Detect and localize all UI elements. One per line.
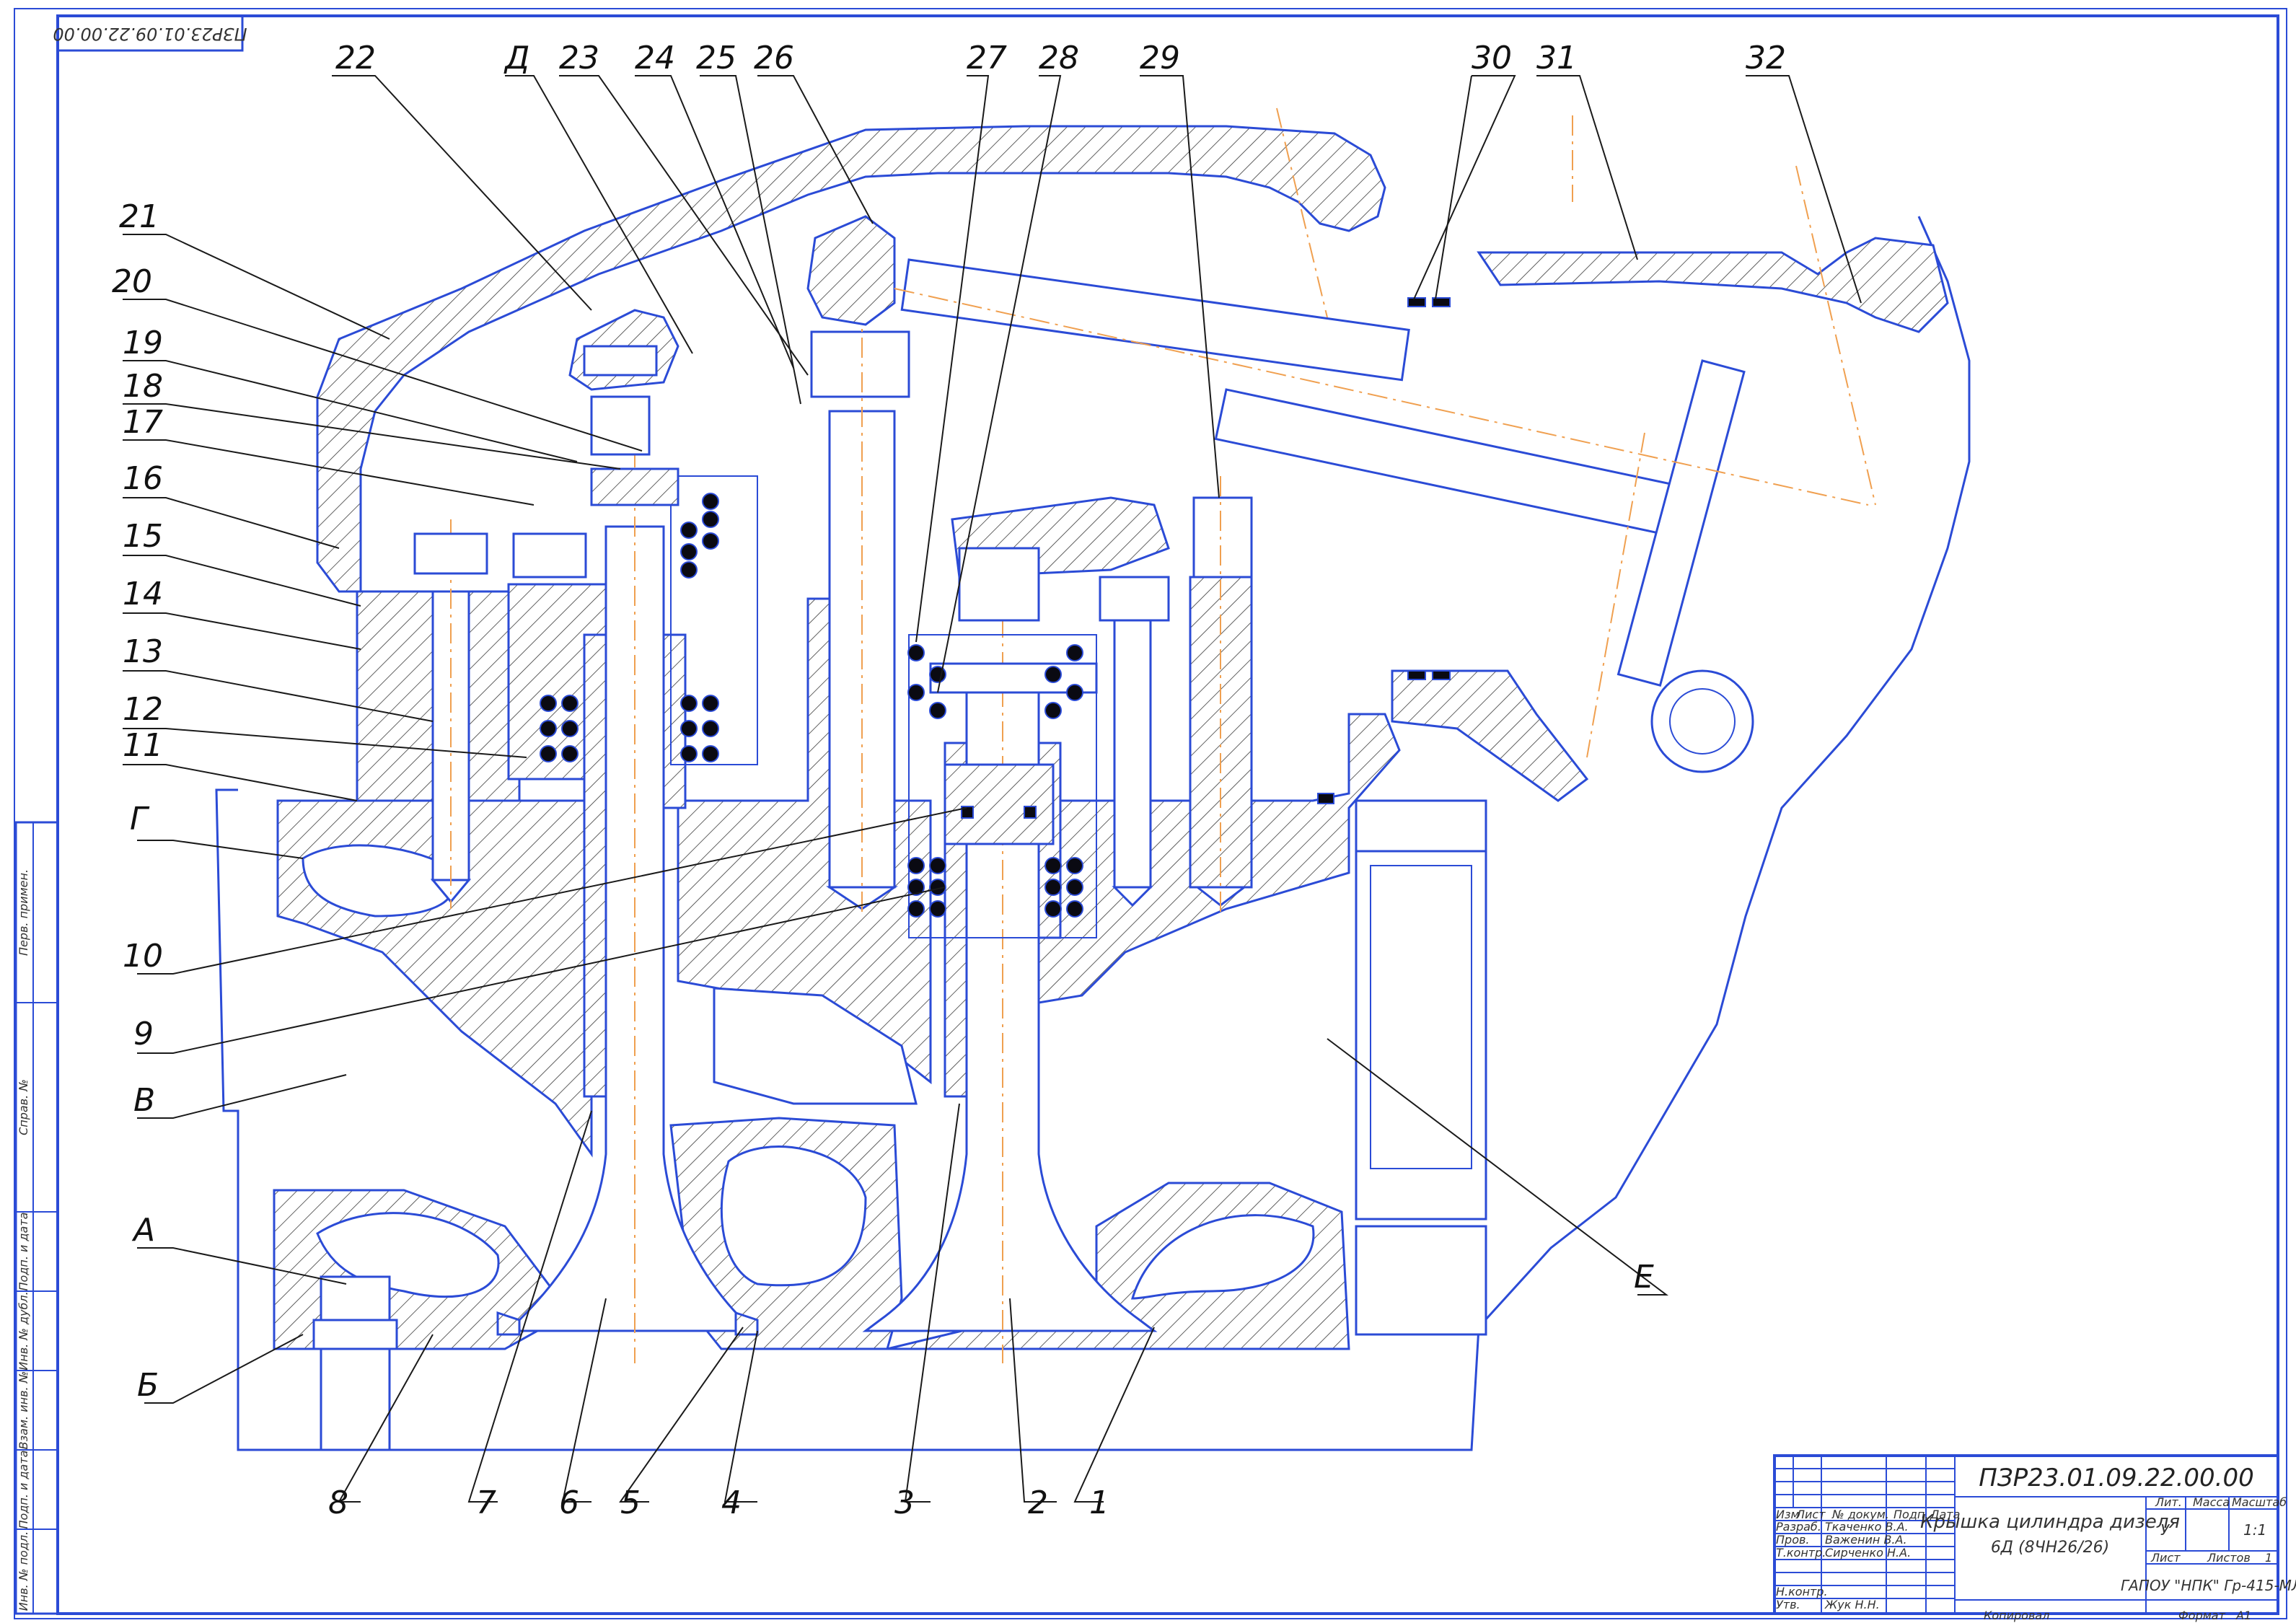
callout-4: 4 <box>721 1485 742 1521</box>
side-strip-3: Инв. № дубл. <box>17 1291 30 1370</box>
valve-cap-18 <box>590 467 679 506</box>
callout-21: 21 <box>119 198 159 235</box>
side-strip-6: Инв. № подл. <box>17 1531 30 1611</box>
callout-V: В <box>133 1082 155 1119</box>
scale-header: Масштаб <box>2232 1495 2287 1509</box>
callout-22: 22 <box>335 40 376 76</box>
callout-24: 24 <box>635 40 675 76</box>
callout-16: 16 <box>123 460 163 497</box>
callout-7: 7 <box>476 1485 496 1521</box>
engineering-drawing: ПЗР23.01.09.22.00.00 Перв. примен. Справ… <box>14 8 2296 1622</box>
rocker-nut <box>583 345 658 377</box>
callout-2: 2 <box>1028 1485 1048 1521</box>
callout-31: 31 <box>1536 40 1577 76</box>
name-2: Сирченко Н.А. <box>1825 1546 1911 1560</box>
valve-guide-7 <box>583 633 607 1098</box>
adjust-screw <box>590 395 651 456</box>
callout-27: 27 <box>967 40 1007 76</box>
valve-guide-7b <box>662 633 687 809</box>
callout-3: 3 <box>894 1485 915 1521</box>
name-4: Жук Н.Н. <box>1824 1598 1880 1611</box>
sheet-label: Лист <box>2150 1551 2181 1565</box>
rocker-arm-26 <box>806 215 896 326</box>
col-h-date: Дата <box>1930 1508 1960 1521</box>
right-bracket-upper <box>1477 237 1949 333</box>
callout-18: 18 <box>123 368 163 405</box>
side-strip: Перв. примен. Справ. № Подп. и дата Инв.… <box>14 821 59 1615</box>
side-strip-2: Подп. и дата <box>17 1213 30 1291</box>
lock-9 <box>944 763 1055 845</box>
callout-23: 23 <box>559 40 599 76</box>
role-4: Утв. <box>1776 1598 1800 1611</box>
callout-E: Е <box>1634 1259 1654 1296</box>
callout-19: 19 <box>123 325 163 361</box>
callout-5: 5 <box>620 1485 641 1521</box>
org: ГАПОУ "НПК" Гр-415-МЛ <box>2121 1577 2296 1594</box>
callout-1: 1 <box>1089 1485 1109 1521</box>
title-block: ПЗР23.01.09.22.00.00 Крышка цилиндра диз… <box>1773 1454 2296 1622</box>
format-label: Формат <box>2178 1609 2226 1622</box>
callout-17: 17 <box>123 404 163 441</box>
role-1: Пров. <box>1776 1533 1810 1547</box>
callout-14: 14 <box>123 576 163 612</box>
stamp-code: ПЗР23.01.09.22.00.00 <box>53 24 247 44</box>
side-strip-1: Справ. № <box>17 1079 30 1135</box>
callout-A: А <box>131 1212 155 1249</box>
cylinder-head-section: 1 2 3 4 5 6 7 8 Б А В 9 10 Г 11 12 13 14… <box>112 40 1971 1521</box>
callout-6: 6 <box>559 1485 579 1521</box>
role-3: Н.контр. <box>1776 1585 1828 1598</box>
sheets-value: 1 <box>2265 1551 2272 1565</box>
side-strip-5: Подп. и дата <box>17 1451 30 1529</box>
callout-26: 26 <box>754 40 794 76</box>
callout-20: 20 <box>112 263 152 300</box>
callout-10: 10 <box>123 938 163 975</box>
mass-header: Масса <box>2193 1495 2230 1509</box>
top-left-stamp: ПЗР23.01.09.22.00.00 <box>53 14 247 52</box>
callout-13: 13 <box>123 633 163 670</box>
side-strip-0: Перв. примен. <box>17 869 30 956</box>
name-0: Ткаченко В.А. <box>1825 1520 1909 1534</box>
callout-B: Б <box>137 1367 159 1404</box>
role-0: Разраб. <box>1776 1520 1821 1534</box>
exhaust-box-E <box>1355 814 1487 1220</box>
lit-value: У <box>2160 1521 2170 1539</box>
format-value: А1 <box>2235 1609 2251 1622</box>
callout-25: 25 <box>696 40 736 76</box>
side-strip-4: Взам. инв. № <box>17 1371 30 1450</box>
pushrod-tube <box>900 258 1410 382</box>
callout-28: 28 <box>1039 40 1079 76</box>
right-bracket-lower <box>1391 669 1589 802</box>
role-2: Т.контр. <box>1776 1546 1826 1560</box>
sheets-label: Листов <box>2207 1551 2251 1565</box>
callout-15: 15 <box>123 518 163 555</box>
callout-11: 11 <box>123 727 163 764</box>
callout-9: 9 <box>133 1016 154 1052</box>
title-line2: 6Д (8ЧН26/26) <box>1991 1539 2109 1557</box>
copied: Копировал <box>1984 1609 2049 1622</box>
callout-8: 8 <box>328 1485 348 1521</box>
callout-32: 32 <box>1746 40 1786 76</box>
scale-value: 1:1 <box>2243 1521 2266 1539</box>
callout-G: Г <box>130 801 150 837</box>
roller-32 <box>1650 669 1754 773</box>
name-1: Важенин В.А. <box>1825 1533 1907 1547</box>
crosshead-28 <box>958 547 1040 622</box>
callout-D: Д <box>503 40 529 76</box>
callout-30: 30 <box>1472 40 1512 76</box>
lit-header: Лит. <box>2155 1495 2182 1509</box>
callout-12: 12 <box>123 691 163 728</box>
doc-code: ПЗР23.01.09.22.00.00 <box>1979 1464 2254 1492</box>
callout-29: 29 <box>1140 40 1180 76</box>
cavity-mid <box>720 1145 867 1287</box>
bolt-8 <box>320 1275 391 1451</box>
